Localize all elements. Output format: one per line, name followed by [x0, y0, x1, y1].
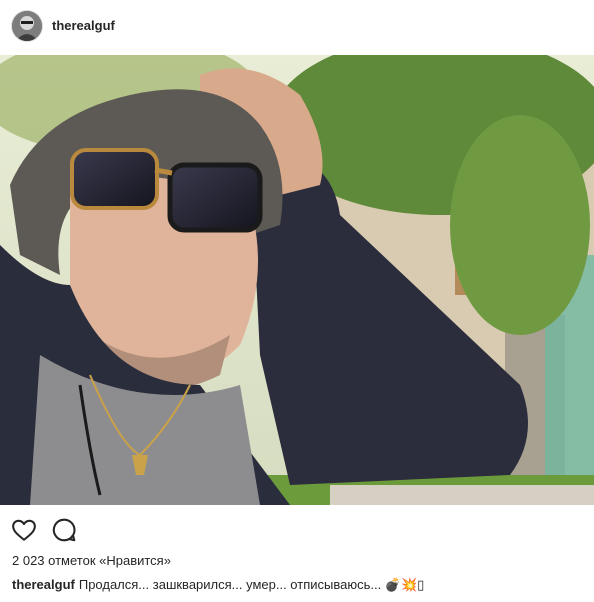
- post-photo[interactable]: [0, 55, 594, 505]
- avatar-image: [12, 11, 42, 41]
- caption-text: Продался... зашкварился... умер... отпис…: [78, 577, 425, 592]
- speech-bubble-icon[interactable]: [51, 517, 77, 543]
- likes-count[interactable]: 2 023 отметок «Нравится»: [12, 553, 171, 568]
- post-caption: therealguf Продался... зашкварился... уме…: [12, 577, 424, 593]
- caption-username[interactable]: therealguf: [12, 577, 75, 592]
- heart-outline-icon[interactable]: [11, 517, 37, 543]
- post-header: therealguf: [0, 0, 594, 54]
- post-actions: [0, 505, 594, 549]
- avatar[interactable]: [12, 11, 42, 41]
- post-username[interactable]: therealguf: [52, 18, 115, 33]
- selfie-photo: [0, 55, 594, 505]
